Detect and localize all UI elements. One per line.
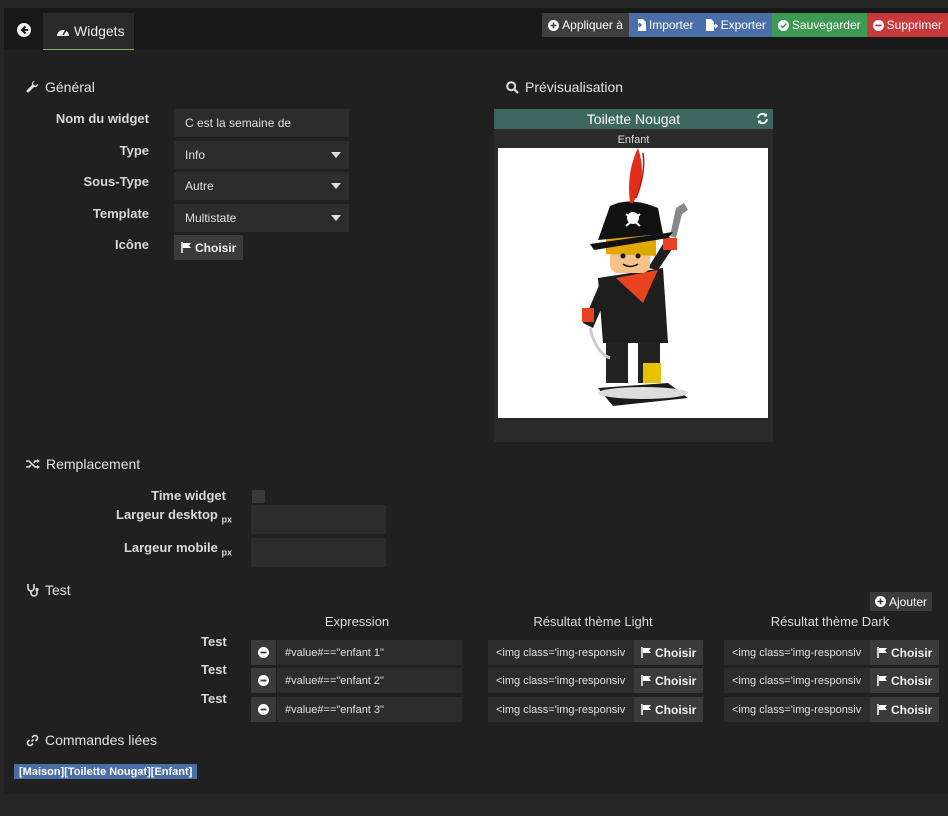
section-linked-title: Commandes liées: [26, 732, 157, 748]
tab-label: Widgets: [74, 23, 125, 39]
column-expression: Expression: [324, 614, 390, 629]
time-widget-label: Time widget: [151, 488, 226, 503]
refresh-icon[interactable]: [756, 112, 769, 125]
subtype-label: Sous-Type: [83, 174, 150, 189]
caret-down-icon: [331, 152, 341, 158]
remove-test-button[interactable]: [251, 640, 276, 665]
test-row-label: Test: [201, 634, 227, 649]
preview-header: Toilette Nougat: [494, 109, 773, 129]
type-select[interactable]: Info: [174, 141, 349, 169]
search-icon: [506, 80, 519, 94]
choose-light-button[interactable]: Choisir: [634, 640, 704, 665]
remove-test-button[interactable]: [251, 697, 276, 722]
import-button[interactable]: Importer: [628, 13, 700, 37]
light-result-input[interactable]: <img class='img-responsiv: [488, 640, 634, 665]
choose-light-button[interactable]: Choisir: [634, 697, 704, 722]
caret-down-icon: [331, 183, 341, 189]
light-result-input[interactable]: <img class='img-responsiv: [488, 668, 634, 693]
test-expression-input[interactable]: #value#=="enfant 1": [277, 640, 462, 665]
time-widget-checkbox[interactable]: [252, 490, 265, 503]
choose-light-button[interactable]: Choisir: [634, 668, 704, 693]
subtype-select[interactable]: Autre: [174, 172, 349, 200]
minus-circle-icon: [872, 19, 884, 31]
preview-widget-name: Toilette Nougat: [586, 111, 681, 127]
section-preview-title: Prévisualisation: [506, 79, 623, 95]
pirate-figure-image: [498, 148, 768, 418]
flag-icon: [877, 675, 887, 686]
top-bar: Widgets Appliquer à Importer Exporter Sa…: [4, 8, 948, 50]
mobile-width-input[interactable]: [251, 538, 386, 567]
link-icon: [26, 734, 39, 746]
test-expression-input[interactable]: #value#=="enfant 3": [277, 697, 462, 722]
widget-name-input[interactable]: C est la semaine de: [174, 109, 349, 137]
action-buttons: Appliquer à Importer Exporter Sauvegarde…: [542, 13, 948, 37]
section-general-title: Général: [26, 79, 95, 95]
shuffle-icon: [26, 459, 40, 469]
dark-result-input[interactable]: <img class='img-responsiv: [724, 697, 870, 722]
section-test-title: Test: [26, 582, 71, 598]
flag-icon: [641, 675, 651, 686]
minus-circle-icon: [258, 675, 269, 686]
arrow-left-circle-icon: [17, 23, 31, 37]
check-circle-icon: [777, 19, 789, 31]
flag-icon: [641, 647, 651, 658]
column-dark: Résultat thème Dark: [770, 614, 890, 629]
tab-widgets[interactable]: Widgets: [43, 13, 134, 50]
icon-label: Icône: [115, 237, 149, 252]
file-export-icon: [705, 19, 718, 31]
remove-test-button[interactable]: [251, 668, 276, 693]
linked-command-tag[interactable]: [Maison][Toilette Nougat][Enfant]: [14, 764, 198, 779]
flag-icon: [181, 242, 191, 253]
export-button[interactable]: Exporter: [699, 13, 772, 37]
mobile-width-unit: px: [221, 547, 232, 558]
mobile-width-label: Largeur mobile px: [123, 540, 232, 558]
desktop-width-label: Largeur desktop px: [116, 507, 232, 525]
caret-down-icon: [331, 215, 341, 221]
section-replacement-title: Remplacement: [26, 456, 140, 472]
flag-icon: [641, 704, 651, 715]
choose-dark-button[interactable]: Choisir: [870, 640, 940, 665]
minus-circle-icon: [258, 704, 269, 715]
dark-result-input[interactable]: <img class='img-responsiv: [724, 640, 870, 665]
dark-result-input[interactable]: <img class='img-responsiv: [724, 668, 870, 693]
add-test-button[interactable]: Ajouter: [869, 592, 932, 611]
desktop-width-input[interactable]: [251, 505, 386, 534]
choose-dark-button[interactable]: Choisir: [870, 697, 940, 722]
preview-state-label: Enfant: [617, 134, 650, 146]
test-row-label: Test: [201, 662, 227, 677]
flag-icon: [877, 647, 887, 658]
file-import-icon: [634, 19, 646, 31]
delete-button[interactable]: Supprimer: [866, 13, 948, 37]
widget-name-label: Nom du widget: [55, 111, 149, 126]
light-result-input[interactable]: <img class='img-responsiv: [488, 697, 634, 722]
plus-circle-icon: [548, 19, 560, 31]
template-select[interactable]: Multistate: [174, 204, 349, 232]
main-content: Général Nom du widget C est la semaine d…: [4, 50, 948, 794]
back-button[interactable]: [10, 16, 38, 44]
widget-preview: Toilette Nougat Enfant: [494, 109, 773, 442]
apply-button[interactable]: Appliquer à: [542, 13, 629, 37]
dashboard-icon: [57, 29, 69, 36]
choose-dark-button[interactable]: Choisir: [870, 668, 940, 693]
widget-editor: Widgets Appliquer à Importer Exporter Sa…: [4, 8, 948, 794]
desktop-width-unit: px: [221, 514, 232, 525]
plus-circle-icon: [874, 596, 886, 607]
stethoscope-icon: [27, 584, 39, 597]
minus-circle-icon: [258, 647, 269, 658]
type-label: Type: [119, 143, 149, 158]
test-row-label: Test: [201, 691, 227, 706]
column-light: Résultat thème Light: [533, 614, 653, 629]
template-label: Template: [92, 206, 149, 221]
save-button[interactable]: Sauvegarder: [771, 13, 867, 37]
choose-icon-button[interactable]: Choisir: [174, 235, 244, 260]
test-expression-input[interactable]: #value#=="enfant 2": [277, 668, 462, 693]
flag-icon: [877, 704, 887, 715]
wrench-icon: [26, 80, 39, 92]
